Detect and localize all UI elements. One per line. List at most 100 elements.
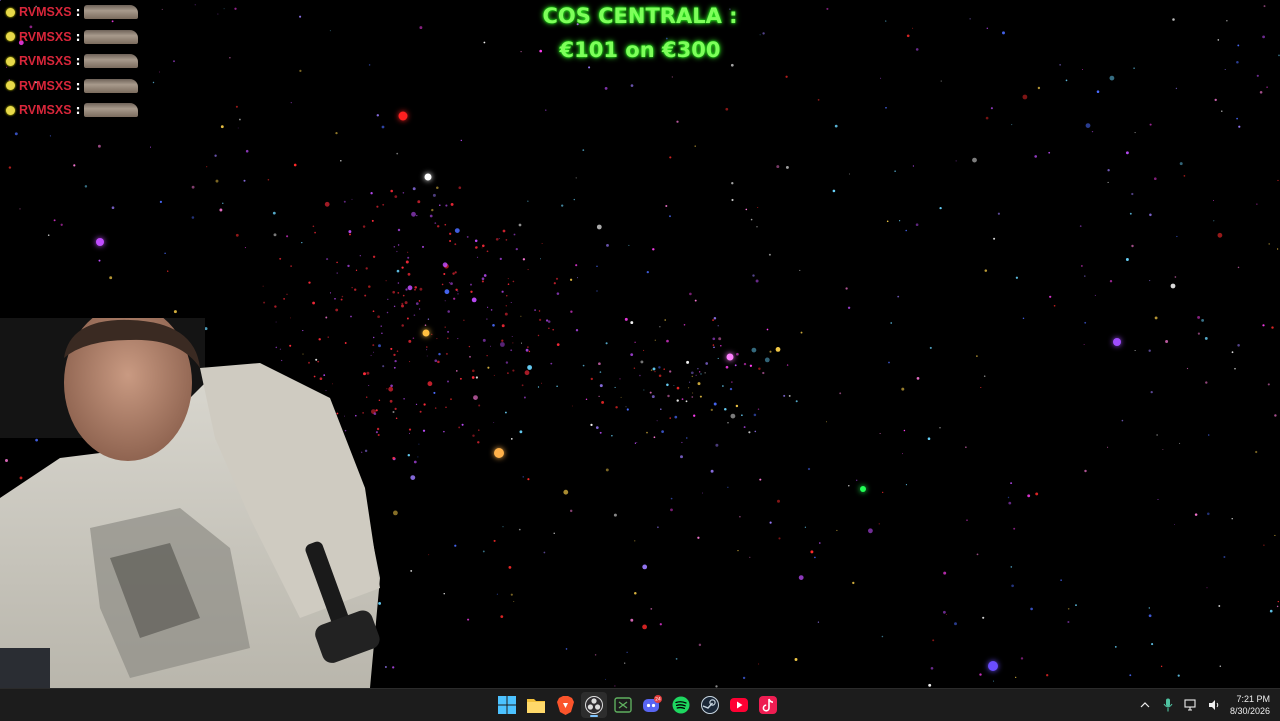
- file-explorer-button[interactable]: [523, 692, 549, 718]
- taskbar-clock[interactable]: 7:21 PM 8/30/2026: [1230, 693, 1270, 717]
- star: [206, 166, 208, 168]
- star: [778, 537, 781, 540]
- star: [764, 357, 770, 363]
- chevron-up-icon[interactable]: [1138, 698, 1152, 712]
- youtube-play-icon: [730, 698, 748, 712]
- star: [149, 146, 152, 148]
- user-badge-icon: [6, 56, 15, 66]
- star: [336, 261, 338, 264]
- star: [717, 325, 719, 327]
- chat-username: RVMSXS: [19, 5, 72, 20]
- star: [650, 608, 653, 610]
- star: [450, 282, 453, 285]
- obs-studio-button[interactable]: [581, 692, 607, 718]
- tiktok-icon: [759, 696, 777, 714]
- star: [499, 257, 502, 261]
- spotify-button[interactable]: [668, 692, 694, 718]
- star: [1096, 90, 1100, 93]
- discord-button[interactable]: 24: [639, 692, 665, 718]
- star: [402, 294, 405, 297]
- star: [697, 536, 700, 539]
- star: [897, 295, 900, 298]
- star: [826, 421, 828, 423]
- star: [702, 492, 703, 494]
- star: [886, 220, 889, 223]
- brave-browser-button[interactable]: [552, 692, 578, 718]
- star: [729, 387, 733, 391]
- star: [1034, 155, 1038, 158]
- star: [372, 310, 375, 313]
- star: [817, 621, 820, 623]
- star: [237, 127, 239, 129]
- star: [752, 274, 755, 277]
- star: [565, 648, 568, 650]
- star: [556, 343, 560, 346]
- star: [1238, 125, 1241, 128]
- star: [1165, 340, 1169, 343]
- star: [1223, 556, 1226, 558]
- star: [1107, 446, 1109, 448]
- star: [505, 305, 508, 307]
- star: [463, 319, 465, 321]
- star: [980, 386, 982, 389]
- star: [496, 593, 498, 595]
- star: [164, 252, 166, 254]
- star: [541, 243, 543, 245]
- tank-emote-icon: [84, 54, 139, 69]
- star: [1237, 344, 1240, 347]
- star: [482, 338, 486, 342]
- star: [730, 413, 736, 419]
- star: [930, 666, 934, 670]
- star: [643, 349, 645, 351]
- star: [1154, 316, 1158, 320]
- star: [407, 285, 413, 291]
- star: [1148, 607, 1150, 609]
- star: [1114, 646, 1117, 648]
- star: [1221, 110, 1223, 112]
- youtube-button[interactable]: [726, 692, 752, 718]
- star: [596, 265, 598, 267]
- star: [1065, 79, 1068, 82]
- star: [1186, 367, 1189, 370]
- star: [659, 623, 662, 626]
- star: [397, 282, 400, 284]
- star: [423, 403, 426, 406]
- star: [521, 342, 522, 344]
- star: [1022, 317, 1025, 320]
- microphone-icon[interactable]: [1161, 698, 1175, 712]
- star: [1129, 212, 1132, 215]
- volume-icon[interactable]: [1207, 698, 1221, 712]
- star: [519, 430, 523, 434]
- star: [832, 189, 836, 193]
- star: [788, 394, 791, 397]
- xbox-app-button[interactable]: [610, 692, 636, 718]
- star: [47, 234, 50, 236]
- star: [1107, 169, 1110, 172]
- star: [595, 426, 599, 429]
- star: [639, 374, 641, 377]
- star: [722, 385, 724, 387]
- star: [1194, 513, 1198, 516]
- star: [596, 224, 602, 230]
- star: [743, 362, 747, 366]
- star: [675, 658, 678, 660]
- star: [405, 260, 409, 264]
- star: [599, 371, 602, 373]
- star: [598, 395, 600, 398]
- chat-username: RVMSXS: [19, 29, 72, 44]
- star: [336, 272, 338, 274]
- star: [545, 109, 547, 111]
- star: [414, 289, 416, 291]
- star: [351, 287, 353, 289]
- steam-button[interactable]: [697, 692, 723, 718]
- star: [1091, 130, 1094, 133]
- spotify-icon: [672, 696, 690, 714]
- star: [510, 301, 512, 303]
- steam-icon: [701, 696, 719, 714]
- start-button[interactable]: [494, 692, 520, 718]
- network-icon[interactable]: [1184, 698, 1198, 712]
- star: [712, 344, 715, 346]
- notification-badge: 24: [655, 697, 661, 703]
- star: [392, 290, 396, 294]
- tiktok-button[interactable]: [755, 692, 781, 718]
